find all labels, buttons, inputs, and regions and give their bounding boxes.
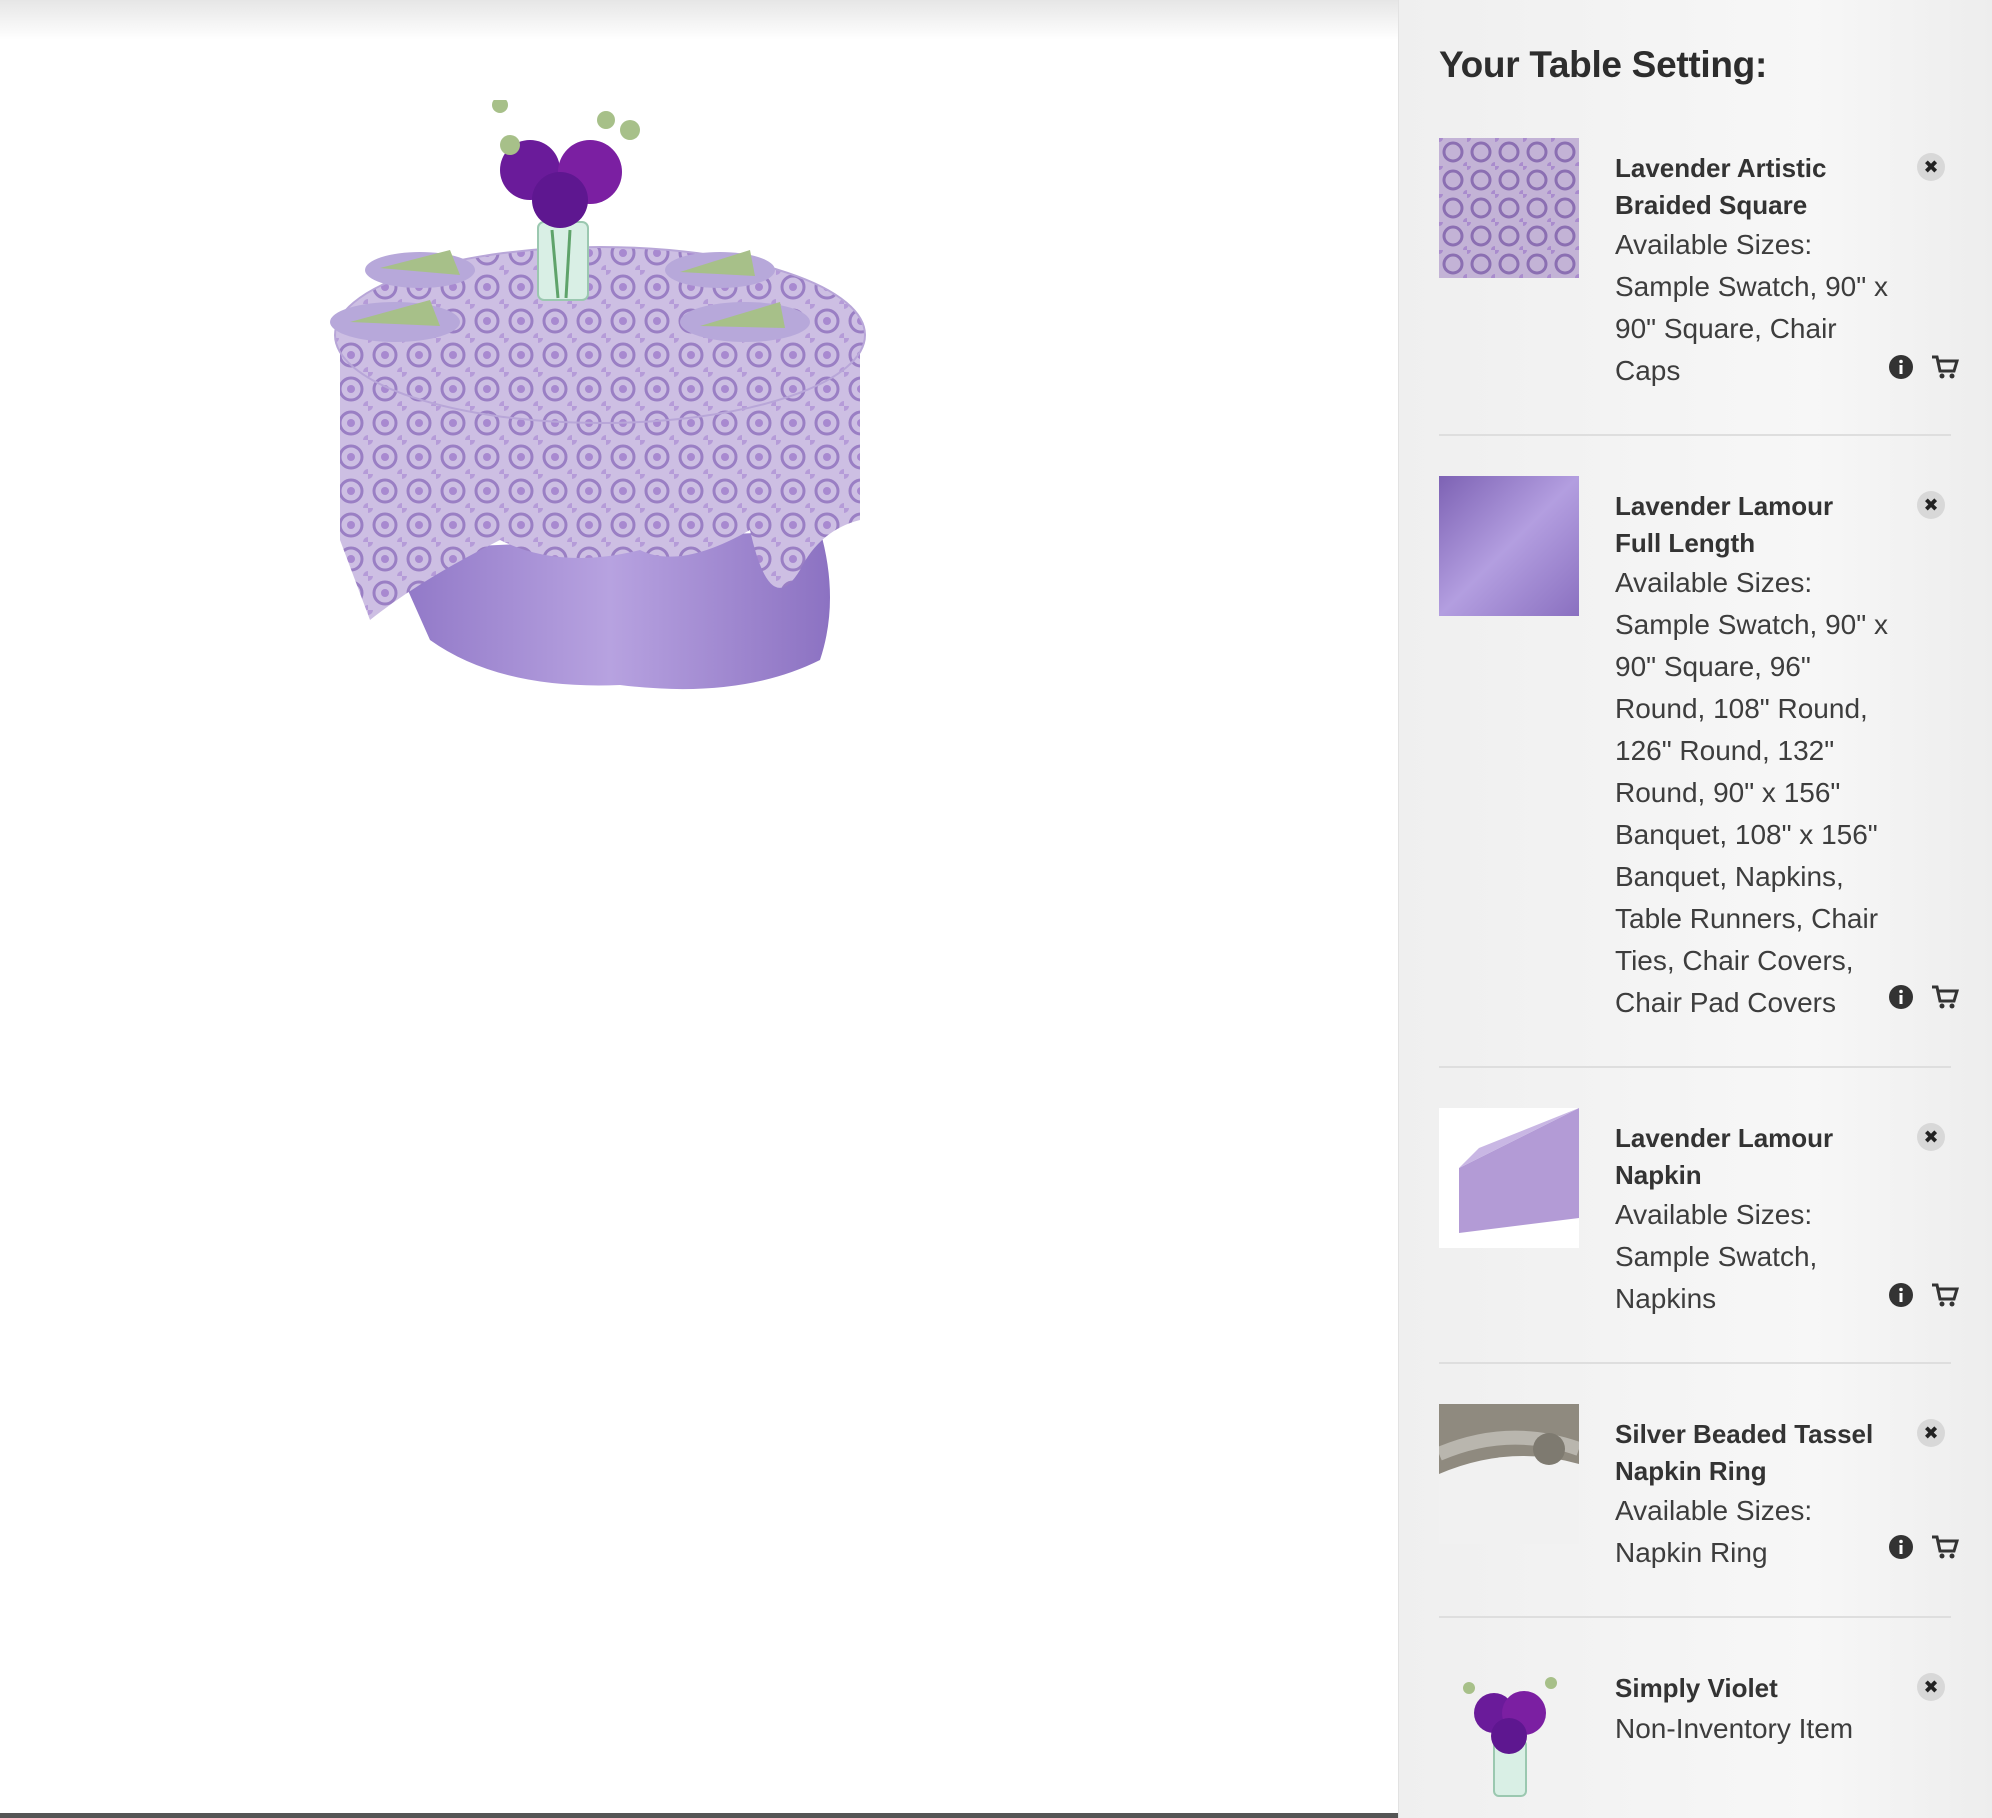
info-icon[interactable] — [1888, 1282, 1914, 1308]
divider — [1439, 1362, 1951, 1364]
add-to-cart-icon[interactable] — [1931, 1534, 1959, 1560]
add-to-cart-icon[interactable] — [1931, 984, 1959, 1010]
info-icon[interactable] — [1888, 1534, 1914, 1560]
item-name: Lavender Lamour Full Length — [1615, 491, 1834, 558]
sizes-list: Napkin Ring — [1615, 1537, 1768, 1568]
satin-swatch-thumbnail[interactable] — [1439, 476, 1579, 616]
sizes-label: Available Sizes: — [1615, 1199, 1813, 1230]
remove-item-button[interactable]: ✖ — [1917, 1419, 1945, 1447]
lace-swatch-thumbnail[interactable] — [1439, 138, 1579, 278]
napkin-thumbnail[interactable] — [1439, 1108, 1579, 1248]
item-sizes: Available Sizes: Sample Swatch, Napkins — [1615, 1194, 1895, 1320]
sizes-list: Sample Swatch, 90" x 90" Square, Chair C… — [1615, 271, 1888, 386]
sizes-list: Sample Swatch, 90" x 90" Square, 96" Rou… — [1615, 609, 1888, 1018]
sizes-label: Available Sizes: — [1615, 1495, 1813, 1526]
divider — [1439, 1616, 1951, 1618]
remove-item-button[interactable]: ✖ — [1917, 1673, 1945, 1701]
sizes-list: Sample Swatch, Napkins — [1615, 1241, 1818, 1314]
sizes-label: Available Sizes: — [1615, 229, 1813, 260]
table-preview — [0, 0, 1398, 1818]
flower-vase-thumbnail[interactable] — [1439, 1658, 1579, 1798]
item-name: Simply Violet — [1615, 1673, 1778, 1703]
item-name: Lavender Lamour Napkin — [1615, 1123, 1834, 1190]
divider — [1439, 1066, 1951, 1068]
item-sizes: Available Sizes: Sample Swatch, 90" x 90… — [1615, 224, 1895, 392]
info-icon[interactable] — [1888, 354, 1914, 380]
divider — [1439, 434, 1951, 436]
sizes-label: Available Sizes: — [1615, 567, 1813, 598]
info-icon[interactable] — [1888, 984, 1914, 1010]
panel-title: Your Table Setting: — [1439, 44, 1767, 85]
napkin-ring-thumbnail[interactable] — [1439, 1404, 1579, 1544]
item-name: Silver Beaded Tassel Napkin Ring — [1615, 1419, 1874, 1486]
remove-item-button[interactable]: ✖ — [1917, 1123, 1945, 1151]
item-name: Lavender Artistic Braided Square — [1615, 153, 1827, 220]
add-to-cart-icon[interactable] — [1931, 354, 1959, 380]
remove-item-button[interactable]: ✖ — [1917, 153, 1945, 181]
remove-item-button[interactable]: ✖ — [1917, 491, 1945, 519]
item-sizes: Available Sizes: Sample Swatch, 90" x 90… — [1615, 562, 1895, 1024]
table-setting-panel: Your Table Setting: Lavender Artistic Br… — [1398, 0, 1992, 1818]
add-to-cart-icon[interactable] — [1931, 1282, 1959, 1308]
flower-arrangement — [492, 100, 640, 228]
item-note: Non-Inventory Item — [1615, 1713, 1854, 1744]
bottom-border — [0, 1813, 1398, 1818]
table-setting-image — [330, 100, 866, 690]
item-sizes: Available Sizes: Napkin Ring — [1615, 1490, 1895, 1574]
vase — [537, 221, 589, 301]
